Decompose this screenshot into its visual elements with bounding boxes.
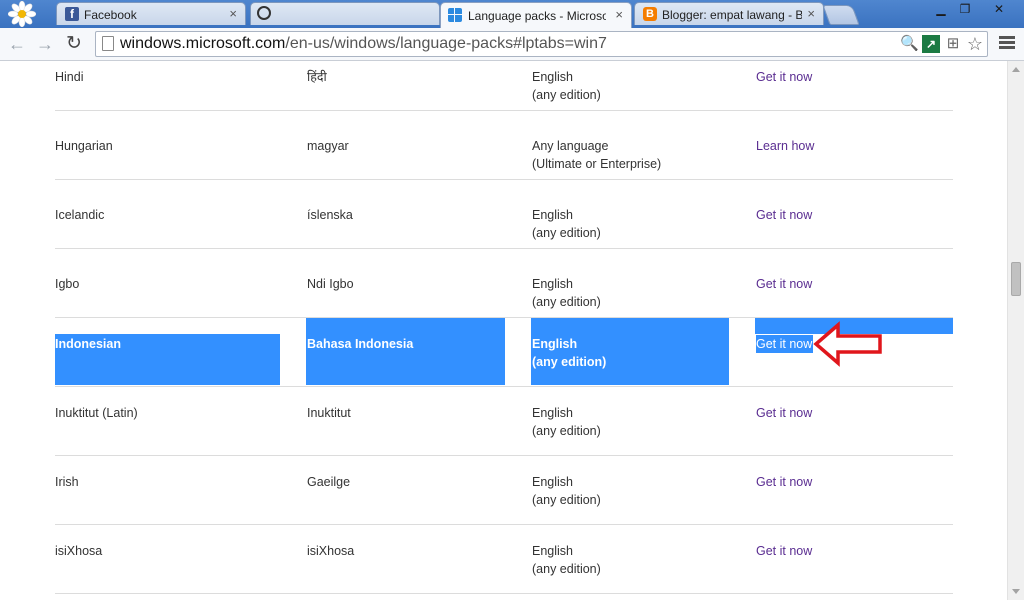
native-name: Gaeilge <box>307 475 351 489</box>
requirement-edition: (any edition) <box>532 355 607 369</box>
language-name: Indonesian <box>55 337 121 351</box>
requirement-edition: (any edition) <box>532 295 601 309</box>
requirement-os: English <box>532 277 573 291</box>
extension-icon[interactable]: ↗ <box>922 35 940 53</box>
native-name: íslenska <box>307 208 353 222</box>
menu-bar <box>999 36 1015 39</box>
tab-close-icon[interactable]: × <box>807 6 815 21</box>
download-link[interactable]: Get it now <box>756 335 814 353</box>
download-link[interactable]: Get it now <box>756 542 812 560</box>
menu-button[interactable] <box>996 34 1018 54</box>
tab-close-icon[interactable]: × <box>229 6 237 21</box>
table-row: Irish Gaeilge English (any edition) Get i… <box>55 456 953 525</box>
scroll-down-arrow-icon[interactable] <box>1012 589 1020 594</box>
table-row: Hungarian magyar Any language (Ultimate o… <box>55 111 953 180</box>
back-button[interactable]: ← <box>5 32 29 56</box>
tab-close-icon[interactable]: × <box>615 7 623 22</box>
table-row: Igbo Ndi Igbo English (any edition) Get i… <box>55 249 953 318</box>
facebook-icon: f <box>65 7 79 21</box>
tab-title: Language packs - Microsoft W <box>468 9 606 23</box>
requirement-os: English <box>532 70 573 84</box>
native-name: Inuktitut <box>307 406 351 420</box>
minimize-button[interactable]: ▁ <box>928 0 954 18</box>
requirement-os: English <box>532 406 573 420</box>
requirement-os: English <box>532 208 573 222</box>
native-name: magyar <box>307 139 349 153</box>
requirement-edition: (Ultimate or Enterprise) <box>532 157 662 171</box>
requirement-os: Any language <box>532 139 609 153</box>
requirement: English (any edition) <box>532 404 601 440</box>
scroll-up-arrow-icon[interactable] <box>1012 67 1020 72</box>
vertical-scrollbar[interactable] <box>1007 61 1024 600</box>
tab-strip: f Facebook × Language packs - Microsoft … <box>0 0 1024 28</box>
page-icon <box>102 36 114 51</box>
menu-bar <box>999 46 1015 49</box>
url-host: windows.microsoft.com <box>120 35 286 52</box>
tab-language-packs[interactable]: Language packs - Microsoft W × <box>440 2 632 28</box>
requirement-edition: (any edition) <box>532 88 601 102</box>
tab-title: Blogger: empat lawang - Buat <box>662 8 802 22</box>
download-link[interactable]: Get it now <box>756 473 812 491</box>
native-name: Bahasa Indonesia <box>307 337 414 351</box>
close-window-button[interactable]: ✕ <box>984 0 1014 18</box>
requirement: English (any edition) <box>532 473 601 509</box>
requirement-edition: (any edition) <box>532 424 601 438</box>
native-name: isiXhosa <box>307 544 355 558</box>
forward-button[interactable]: → <box>33 32 57 56</box>
learn-how-link[interactable]: Learn how <box>756 137 814 155</box>
language-name: Irish <box>55 475 79 489</box>
native-name: हिंदी <box>307 70 327 84</box>
language-name: Hungarian <box>55 139 113 153</box>
url-text[interactable]: windows.microsoft.com/en-us/windows/lang… <box>120 35 607 53</box>
requirement: Any language (Ultimate or Enterprise) <box>532 137 661 173</box>
daisy-logo-icon <box>8 1 36 27</box>
translate-icon[interactable]: ⊞ <box>944 35 962 53</box>
download-link[interactable]: Get it now <box>756 68 812 86</box>
requirement: English (any edition) <box>532 335 606 371</box>
menu-bar <box>999 41 1015 44</box>
url-path: /en-us/windows/language-packs#lptabs=win… <box>285 35 607 52</box>
requirement-edition: (any edition) <box>532 226 601 240</box>
tab-loading[interactable] <box>250 2 440 25</box>
loading-icon <box>257 6 271 20</box>
table-row: isiXhosa isiXhosa English (any edition) G… <box>55 525 953 594</box>
scrollbar-thumb[interactable] <box>1011 262 1021 296</box>
reload-button[interactable]: ↻ <box>62 32 86 56</box>
address-bar[interactable]: windows.microsoft.com/en-us/windows/lang… <box>95 31 988 57</box>
tab-facebook[interactable]: f Facebook × <box>56 2 246 25</box>
table-row: Inuktitut (Latin) Inuktitut English (any … <box>55 387 953 456</box>
browser-toolbar: ← → ↻ windows.microsoft.com/en-us/window… <box>0 28 1024 61</box>
download-link[interactable]: Get it now <box>756 206 812 224</box>
requirement-os: English <box>532 475 573 489</box>
table-row: Icelandic íslenska English (any edition) … <box>55 180 953 249</box>
language-name: Igbo <box>55 277 80 291</box>
requirement: English (any edition) <box>532 206 601 242</box>
requirement: English (any edition) <box>532 68 601 104</box>
tab-title: Facebook <box>84 8 137 22</box>
maximize-button[interactable]: ❐ <box>952 0 978 18</box>
download-link[interactable]: Get it now <box>756 275 812 293</box>
download-link[interactable]: Get it now <box>756 404 812 422</box>
tab-blogger[interactable]: B Blogger: empat lawang - Buat × <box>634 2 824 25</box>
requirement-edition: (any edition) <box>532 493 601 507</box>
requirement-os: English <box>532 544 573 558</box>
blogger-icon: B <box>643 7 657 21</box>
native-name: Ndi Igbo <box>307 277 354 291</box>
language-name: Hindi <box>55 70 84 84</box>
language-name: Inuktitut (Latin) <box>55 406 138 420</box>
zoom-icon[interactable]: 🔍 <box>900 35 919 53</box>
windows-logo-icon <box>448 8 462 22</box>
annotation-arrow-icon <box>813 321 882 367</box>
requirement-os: English <box>532 337 578 351</box>
requirement-edition: (any edition) <box>532 562 601 576</box>
table-row: Hindi हिंदी English (any edition) Get it … <box>55 61 953 111</box>
bookmark-star-icon[interactable]: ☆ <box>966 35 984 53</box>
new-tab-button[interactable] <box>822 5 860 25</box>
requirement: English (any edition) <box>532 542 601 578</box>
requirement: English (any edition) <box>532 275 601 311</box>
language-name: isiXhosa <box>55 544 103 558</box>
language-name: Icelandic <box>55 208 105 222</box>
